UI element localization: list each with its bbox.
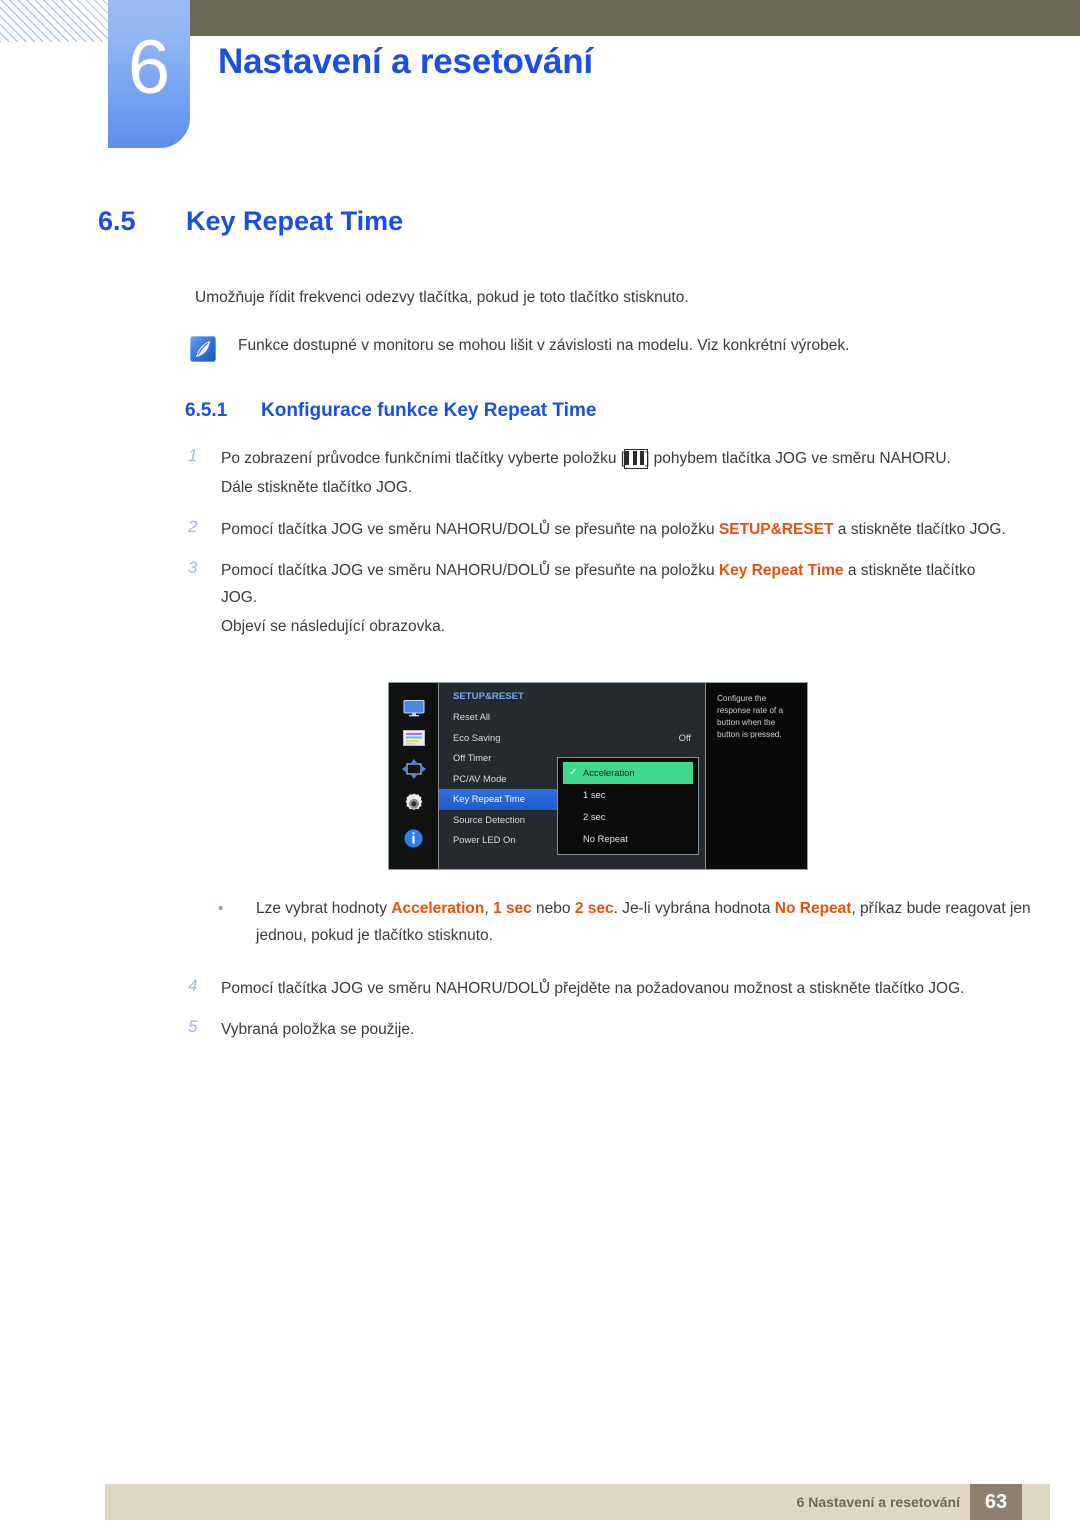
osd-item-value: Off xyxy=(678,731,691,743)
quill-glyph xyxy=(196,341,210,358)
step-text-after: a stiskněte tlačítko JOG. xyxy=(833,520,1006,538)
bullet-highlight-1-sec: 1 sec xyxy=(492,900,532,918)
note-text: Funkce dostupné v monitoru se mohou liši… xyxy=(238,337,850,355)
step-item: 3 Pomocí tlačítka JOG ve směru NAHORU/DO… xyxy=(188,558,1080,611)
step-number: 1 xyxy=(188,446,198,466)
hatch-decoration xyxy=(0,0,110,42)
step-item: 2 Pomocí tlačítka JOG ve směru NAHORU/DO… xyxy=(188,517,1080,544)
step-text-before: Pomocí tlačítka JOG ve směru NAHORU/DOLŮ… xyxy=(221,562,719,580)
osd-item-label: Reset All xyxy=(453,711,490,723)
step-number: 2 xyxy=(188,516,198,536)
steps-list: 1 Po zobrazení průvodce funkčními tlačít… xyxy=(0,446,1080,1044)
page-footer: 6 Nastavení a resetování 63 xyxy=(105,1484,1050,1520)
osd-submenu-item-2-sec[interactable]: 2 sec xyxy=(558,806,698,828)
osd-item-eco-saving[interactable]: Eco Saving Off xyxy=(439,728,705,749)
step-item: 1 Po zobrazení průvodce funkčními tlačít… xyxy=(188,446,1080,473)
step-text-before: Po zobrazení průvodce funkčními tlačítky… xyxy=(221,450,626,468)
osd-submenu-item-no-repeat[interactable]: No Repeat xyxy=(558,828,698,850)
step-highlight: Key Repeat Time xyxy=(718,562,844,580)
osd-menu-title: SETUP&RESET xyxy=(453,691,524,703)
bullet-part-4: . Je-li vybrána hodnota xyxy=(613,900,775,918)
osd-description-panel: Configure the response rate of a button … xyxy=(707,683,807,870)
picture-settings-icon[interactable] xyxy=(402,729,425,751)
osd-submenu-key-repeat-time: ✓ Acceleration 1 sec 2 sec No Repeat xyxy=(557,757,699,856)
bullet-part-3: nebo xyxy=(531,900,575,918)
osd-submenu-item-label: 2 sec xyxy=(583,811,606,823)
osd-item-label: Key Repeat Time xyxy=(453,793,525,805)
osd-item-label: Off Timer xyxy=(453,752,492,764)
step-text: Po zobrazení průvodce funkčními tlačítky… xyxy=(221,446,951,473)
information-icon[interactable] xyxy=(404,829,423,853)
bullet-highlight-2-sec: 2 sec xyxy=(574,900,614,918)
menu-bars-icon xyxy=(624,449,649,470)
step-text: Pomocí tlačítka JOG ve směru NAHORU/DOLŮ… xyxy=(221,979,965,997)
step-number: 5 xyxy=(188,1017,198,1037)
step-item: 4 Pomocí tlačítka JOG ve směru NAHORU/DO… xyxy=(188,976,1080,1003)
step-subtext: Dále stiskněte tlačítko JOG. xyxy=(221,479,413,497)
bullet-highlight-acceleration: Acceleration xyxy=(391,900,485,918)
osd-item-label: Source Detection xyxy=(453,813,525,825)
osd-item-key-repeat-time[interactable]: Key Repeat Time xyxy=(439,789,563,810)
bullet-text: Lze vybrat hodnoty Acceleration, 1 sec n… xyxy=(256,896,1036,949)
step-subtext: Objeví se následující obrazovka. xyxy=(221,617,446,635)
bullet-part-2: , xyxy=(484,900,493,918)
step-number: 3 xyxy=(188,558,198,578)
bullet-highlight-no-repeat: No Repeat xyxy=(774,900,852,918)
osd-screenshot: SETUP&RESET Reset All Eco Saving Off Off… xyxy=(388,682,808,871)
osd-item-label: Power LED On xyxy=(453,834,516,846)
subsection-heading: 6.5.1 Konfigurace funkce Key Repeat Time xyxy=(185,400,1080,422)
bullet-item: • Lze vybrat hodnoty Acceleration, 1 sec… xyxy=(218,896,1080,949)
note-quill-icon xyxy=(190,336,216,363)
chapter-title: Nastavení a resetování xyxy=(218,42,593,81)
subsection-number: 6.5.1 xyxy=(185,400,228,422)
footer-chapter-label: 6 Nastavení a resetování xyxy=(796,1494,960,1510)
step-number: 4 xyxy=(188,975,198,995)
step-text-after: ] pohybem tlačítka JOG ve směru NAHORU. xyxy=(645,450,951,468)
step-text: Vybraná položka se použije. xyxy=(221,1021,415,1039)
osd-submenu-item-1-sec[interactable]: 1 sec xyxy=(558,784,698,806)
check-icon: ✓ xyxy=(569,767,578,779)
chapter-number-tab: 6 xyxy=(108,0,190,148)
subsection-title: Konfigurace funkce Key Repeat Time xyxy=(261,400,597,422)
step-text: Pomocí tlačítka JOG ve směru NAHORU/DOLŮ… xyxy=(221,558,1011,611)
olive-header-bar xyxy=(190,0,1080,36)
osd-item-reset-all[interactable]: Reset All xyxy=(439,707,705,728)
step-item: 5 Vybraná položka se použije. xyxy=(188,1017,1080,1044)
osd-item-label: Eco Saving xyxy=(453,731,501,743)
page-content: 6.5 Key Repeat Time Umožňuje řídit frekv… xyxy=(0,160,1080,1044)
footer-page-number: 63 xyxy=(970,1484,1022,1520)
section-title: Key Repeat Time xyxy=(186,206,404,236)
onscreen-display-icon[interactable] xyxy=(401,758,426,784)
osd-submenu-item-acceleration[interactable]: ✓ Acceleration xyxy=(563,762,693,785)
bullet-marker: • xyxy=(218,900,224,918)
step-text: Pomocí tlačítka JOG ve směru NAHORU/DOLŮ… xyxy=(221,517,1006,544)
step-text-before: Pomocí tlačítka JOG ve směru NAHORU/DOLŮ… xyxy=(221,520,719,538)
osd-submenu-item-label: 1 sec xyxy=(583,789,606,801)
gear-icon[interactable] xyxy=(402,792,426,821)
section-number: 6.5 xyxy=(98,206,136,236)
page-header: 6 Nastavení a resetování xyxy=(0,0,1080,160)
monitor-icon[interactable] xyxy=(403,699,425,722)
step-highlight: SETUP&RESET xyxy=(718,520,834,538)
osd-sidebar xyxy=(389,683,438,870)
note-block: Funkce dostupné v monitoru se mohou liši… xyxy=(190,335,1080,363)
section-heading: 6.5 Key Repeat Time xyxy=(98,206,1080,237)
osd-submenu-item-label: No Repeat xyxy=(583,833,628,845)
intro-paragraph: Umožňuje řídit frekvenci odezvy tlačítka… xyxy=(195,289,689,306)
osd-submenu-item-label: Acceleration xyxy=(583,767,635,779)
bullet-part-1: Lze vybrat hodnoty xyxy=(256,900,392,918)
osd-item-label: PC/AV Mode xyxy=(453,772,507,784)
